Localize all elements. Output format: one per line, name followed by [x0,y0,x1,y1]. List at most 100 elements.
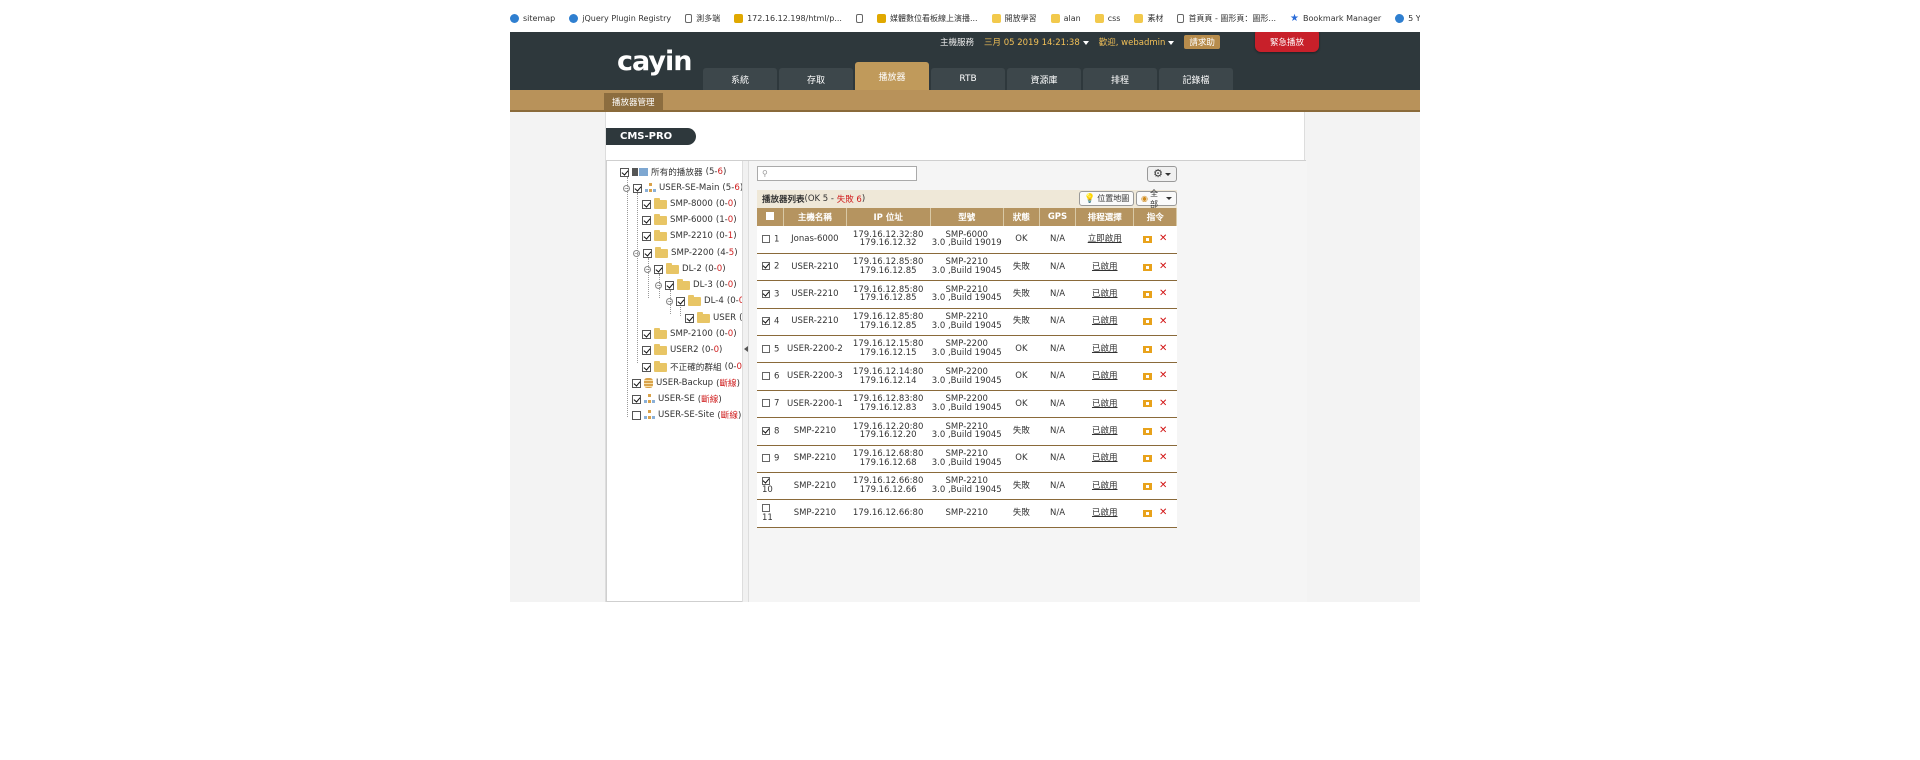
tab-3[interactable]: RTB [931,68,1005,90]
row-checkbox[interactable] [762,477,770,486]
datetime-dropdown[interactable]: 三月 05 2019 14:21:38 [984,36,1089,48]
bookmark-item[interactable]: sitemap [510,13,555,23]
tab-0[interactable]: 系統 [703,68,777,90]
delete-icon[interactable]: ✕ [1159,316,1167,327]
table-row[interactable]: 9 SMP-2210 179.16.12.68:80 179.16.12.68 SMP-… [757,445,1177,474]
tree-checkbox[interactable] [642,215,651,225]
tree-checkbox[interactable] [642,362,651,372]
table-row[interactable]: 3 USER-2210 179.16.12.85:80 179.16.12.85 SMP… [757,280,1177,309]
bookmark-item[interactable]: 首頁頁 - 圖形頁：圖形... [1177,13,1276,24]
tree-checkbox[interactable] [676,296,685,306]
tree-checkbox[interactable] [642,345,651,355]
tree-checkbox[interactable] [642,231,651,241]
bookmark-item[interactable]: css [1094,13,1120,23]
tree-checkbox[interactable] [632,410,641,420]
tree-checkbox[interactable] [620,167,629,177]
push-icon[interactable] [1143,235,1153,243]
bookmark-item[interactable]: 測多端 [685,13,720,24]
schedule-link[interactable]: 已啟用 [1092,316,1118,326]
collapse-icon[interactable]: − [655,281,662,289]
schedule-link[interactable]: 已啟用 [1092,262,1118,272]
row-checkbox[interactable] [762,426,770,435]
delete-icon[interactable]: ✕ [1159,480,1167,491]
table-row[interactable]: 2 USER-2210 179.16.12.85:80 179.16.12.85 SMP… [757,253,1177,282]
tree-node[interactable]: − SMP-2200 (4-5) [633,245,738,261]
schedule-link[interactable]: 已啟用 [1092,289,1118,299]
cayin-logo[interactable]: cayin [617,46,692,77]
collapse-arrow-icon[interactable] [744,346,748,352]
table-row[interactable]: 11 SMP-2210 179.16.12.66:80 SMP-2210 失敗 N/A 已啟… [757,499,1177,528]
table-row[interactable]: 4 USER-2210 179.16.12.85:80 179.16.12.85 SMP… [757,308,1177,337]
tab-6[interactable]: 記錄檔 [1159,68,1233,90]
push-icon[interactable] [1143,373,1153,381]
delete-icon[interactable]: ✕ [1159,288,1167,299]
column-header[interactable]: GPS [1039,208,1077,226]
filter-all-button[interactable]: ◉ 全部 [1136,189,1177,209]
delete-icon[interactable]: ✕ [1159,370,1167,382]
tree-checkbox[interactable] [633,183,642,193]
bookmark-item[interactable]: jQuery Plugin Registry [569,13,671,23]
schedule-link[interactable]: 已啟用 [1092,371,1118,381]
bookmark-item[interactable] [855,13,863,23]
tree-node[interactable]: USER-Backup (斷線) [632,375,740,391]
emergency-play-button[interactable]: 緊急播放 [1255,32,1319,52]
push-icon[interactable] [1143,482,1153,490]
column-header[interactable]: 狀態 [1003,208,1040,226]
schedule-link[interactable]: 立即啟用 [1088,234,1122,244]
tree-checkbox[interactable] [632,394,641,404]
tree-checkbox[interactable] [632,378,641,388]
column-header[interactable]: IP 位址 [846,208,931,226]
schedule-link[interactable]: 已啟用 [1092,508,1118,518]
tree-checkbox[interactable] [685,313,694,323]
push-icon[interactable] [1143,510,1153,518]
column-header[interactable]: 指令 [1133,208,1177,226]
tree-node[interactable]: USER2 (0-0) [642,342,722,358]
push-icon[interactable] [1143,290,1153,298]
push-icon[interactable] [1143,400,1153,408]
collapse-icon[interactable]: − [633,249,640,257]
table-row[interactable]: 1 Jonas-6000 179.16.12.32:80 179.16.12.32 SM… [757,226,1177,254]
row-checkbox[interactable] [762,399,770,408]
delete-icon[interactable]: ✕ [1159,452,1167,464]
tree-node[interactable]: 不正確的群組(0-0) [642,359,745,375]
tree-node[interactable]: SMP-2210 (0-1) [642,228,737,244]
settings-menu-button[interactable]: ⚙ [1147,166,1177,182]
tree-checkbox[interactable] [643,248,652,258]
tab-1[interactable]: 存取 [779,68,853,90]
table-row[interactable]: 7 USER-2200-1 179.16.12.83:80 179.16.12.83 S… [757,390,1177,419]
table-row[interactable]: 5 USER-2200-2 179.16.12.15:80 179.16.12.15 S… [757,335,1177,364]
user-menu[interactable]: 歡迎, webadmin [1099,36,1175,48]
delete-icon[interactable]: ✕ [1159,233,1167,244]
delete-icon[interactable]: ✕ [1159,398,1167,409]
panel-splitter[interactable] [742,161,749,602]
tab-2[interactable]: 播放器 [855,62,929,90]
collapse-icon[interactable]: − [666,297,673,305]
tab-5[interactable]: 排程 [1083,68,1157,90]
location-map-button[interactable]: 💡 位置地圖 [1079,191,1135,206]
bookmark-item[interactable]: 開放學習 [991,13,1037,24]
tree-node[interactable]: SMP-8000 (0-0) [642,196,737,212]
tree-node[interactable]: SMP-6000 (1-0) [642,212,737,228]
column-header[interactable]: 排程選擇 [1075,208,1135,226]
tree-node[interactable]: SMP-2100 (0-0) [642,326,737,342]
push-icon[interactable] [1143,263,1153,271]
push-icon[interactable] [1143,345,1153,353]
select-all-checkbox[interactable] [766,211,775,220]
tree-node[interactable]: USER-SE-Site (斷線) [632,407,741,423]
bookmark-item[interactable]: 5 YouTube to [1395,13,1420,23]
tree-checkbox[interactable] [642,199,651,209]
bookmark-item[interactable]: alan [1050,13,1081,23]
bookmark-item[interactable]: 172.16.12.198/html/p... [734,13,842,23]
schedule-link[interactable]: 已啟用 [1092,481,1118,491]
column-header[interactable]: 主機名稱 [783,208,847,226]
table-row[interactable]: 8 SMP-2210 179.16.12.20:80 179.16.12.20 SMP-… [757,417,1177,446]
table-row[interactable]: 10 SMP-2210 179.16.12.66:80 179.16.12.66 SMP… [757,472,1177,501]
tree-node[interactable]: −DL-4(0-0) [666,293,748,309]
bookmark-item[interactable]: ★ Bookmark Manager [1290,13,1381,23]
delete-icon[interactable]: ✕ [1159,343,1167,354]
tab-player-management[interactable]: 播放器管理 [604,93,663,110]
table-row[interactable]: 6 USER-2200-3 179.16.12.14:80 179.16.12.14 S… [757,362,1177,391]
row-checkbox[interactable] [762,344,770,353]
tree-node[interactable]: − DL-2 (0-0) [644,261,726,277]
push-icon[interactable] [1143,318,1153,326]
